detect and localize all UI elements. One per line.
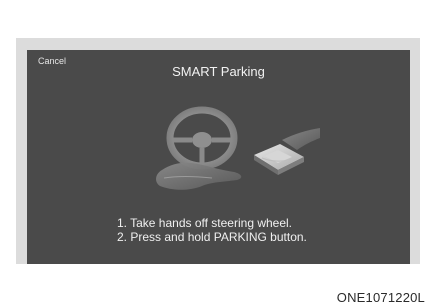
page-title: SMART Parking xyxy=(172,64,265,79)
instruction-line-1: 1. Take hands off steering wheel. xyxy=(117,216,293,230)
instructions: 1. Take hands off steering wheel. 2. Pre… xyxy=(117,216,307,244)
illustration xyxy=(156,106,320,190)
press-hand-icon xyxy=(282,128,320,150)
steering-wheel-icon xyxy=(166,106,238,170)
smart-parking-screen: Cancel SMART Parking 1. Take hands off s… xyxy=(27,50,410,264)
figure-code: ONE1071220L xyxy=(336,290,425,305)
hand-icon xyxy=(156,162,242,190)
instruction-line-2: 2. Press and hold PARKING button. xyxy=(117,230,307,244)
